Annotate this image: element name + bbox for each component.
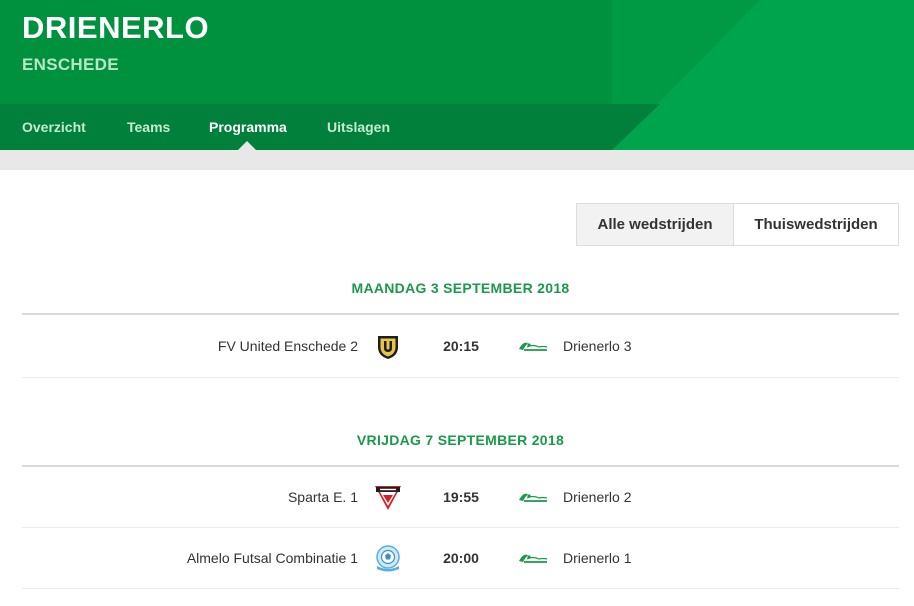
drienerlo-logo-icon: [519, 342, 548, 351]
date-heading: VRIJDAG 7 SEPTEMBER 2018: [356, 432, 565, 448]
tab-uitslagen[interactable]: Uitslagen: [327, 104, 390, 150]
match-row[interactable]: FV United Enschede 2 20:15 Drienerlo 3: [22, 316, 899, 376]
sparta-triangle-icon: [375, 486, 401, 510]
date-heading: MAANDAG 3 SEPTEMBER 2018: [351, 280, 570, 296]
divider: [22, 588, 899, 589]
united-shield-icon: [378, 336, 398, 359]
away-team-name: Drienerlo 1: [563, 550, 632, 566]
home-team-name: Almelo Futsal Combinatie 1: [186, 550, 358, 566]
active-tab-caret-icon: [238, 141, 256, 150]
filter-all-matches-button[interactable]: Alle wedstrijden: [576, 203, 734, 246]
divider: [22, 313, 899, 315]
match-row[interactable]: Almelo Futsal Combinatie 1 20:00 Driener…: [22, 528, 899, 588]
match-time: 20:15: [443, 338, 479, 354]
match-time: 20:00: [443, 550, 479, 566]
club-title: DRIENERLO: [22, 10, 210, 45]
away-team-name: Drienerlo 3: [563, 338, 632, 354]
tab-overzicht[interactable]: Overzicht: [22, 104, 86, 150]
divider: [22, 377, 899, 378]
tab-teams[interactable]: Teams: [127, 104, 170, 150]
main-nav: Overzicht Teams Programma Uitslagen: [0, 104, 914, 150]
club-subtitle: ENSCHEDE: [22, 55, 119, 74]
header-separator: [0, 150, 914, 170]
home-team-name: Sparta E. 1: [287, 489, 358, 505]
away-team-name: Drienerlo 2: [563, 489, 632, 505]
match-time: 19:55: [443, 489, 479, 505]
home-team-name: FV United Enschede 2: [217, 338, 358, 354]
almelo-futsal-icon: [376, 545, 400, 572]
drienerlo-logo-icon: [519, 554, 548, 563]
filter-home-matches-button[interactable]: Thuiswedstrijden: [733, 203, 899, 246]
drienerlo-logo-icon: [519, 493, 548, 502]
match-row[interactable]: Sparta E. 1 19:55 Drienerlo 2: [22, 467, 899, 527]
